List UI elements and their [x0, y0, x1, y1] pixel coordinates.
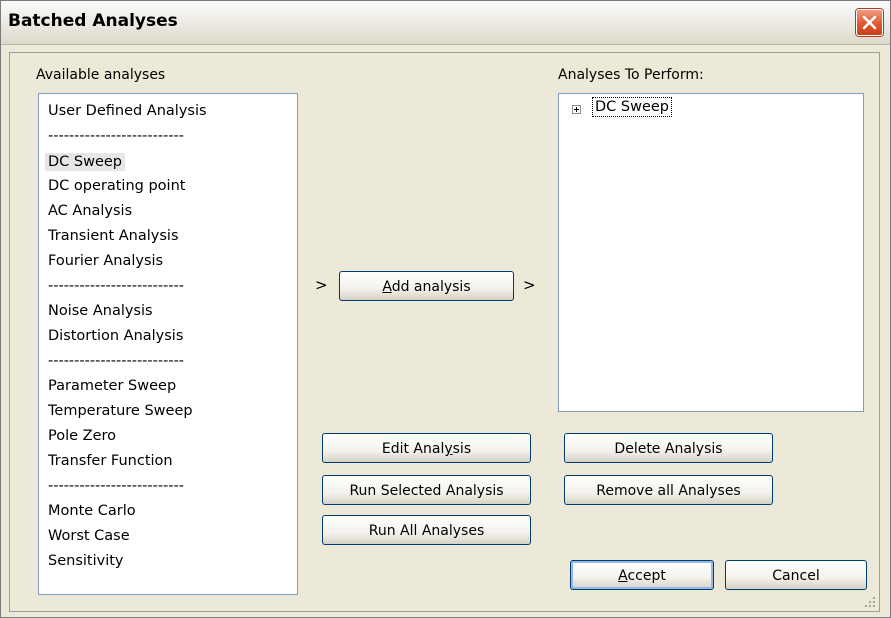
accept-label: ccept	[627, 568, 666, 584]
tree-expand-icon[interactable]	[572, 105, 581, 114]
list-item[interactable]: AC Analysis	[48, 203, 132, 219]
available-analyses-label: Available analyses	[36, 67, 166, 83]
list-item[interactable]: Temperature Sweep	[48, 403, 193, 419]
analyses-to-perform-tree[interactable]: DC Sweep	[558, 93, 864, 412]
list-item[interactable]: User Defined Analysis	[48, 103, 207, 119]
edit-analysis-accel: y	[444, 441, 453, 457]
tree-node-dc-sweep[interactable]: DC Sweep	[592, 97, 673, 117]
add-analysis-button[interactable]: Add analysis	[339, 271, 514, 301]
list-item[interactable]: DC Sweep	[45, 153, 126, 171]
run-selected-analysis-button[interactable]: Run Selected Analysis	[322, 475, 531, 505]
edit-analysis-label-pre: Edit Anal	[381, 441, 445, 457]
accept-button[interactable]: Accept	[570, 560, 714, 590]
title-bar[interactable]: Batched Analyses	[1, 1, 890, 45]
resize-grip-icon[interactable]	[864, 596, 876, 608]
window-title: Batched Analyses	[8, 11, 178, 31]
list-item[interactable]: Monte Carlo	[48, 503, 136, 519]
list-item[interactable]: Worst Case	[48, 528, 130, 544]
list-separator: --------------------------	[48, 128, 185, 144]
list-item[interactable]: DC operating point	[48, 178, 185, 194]
add-arrow-right: >	[523, 276, 536, 294]
remove-all-analyses-button[interactable]: Remove all Analyses	[564, 475, 773, 505]
list-separator: --------------------------	[48, 278, 185, 294]
add-analysis-accel: A	[382, 279, 392, 295]
list-item[interactable]: Transfer Function	[48, 453, 173, 469]
list-separator: --------------------------	[48, 478, 185, 494]
cancel-button[interactable]: Cancel	[725, 560, 867, 590]
list-item[interactable]: Transient Analysis	[48, 228, 179, 244]
close-button[interactable]	[856, 9, 883, 36]
edit-analysis-button[interactable]: Edit Analysis	[322, 433, 531, 463]
available-analyses-list[interactable]: User Defined Analysis -------------------…	[38, 93, 298, 595]
add-analysis-label: dd analysis	[391, 279, 471, 295]
run-all-analyses-button[interactable]: Run All Analyses	[322, 515, 531, 545]
add-arrow-left: >	[315, 276, 328, 294]
list-item[interactable]: Pole Zero	[48, 428, 116, 444]
dialog-content: Available analyses User Defined Analysis…	[9, 52, 880, 612]
list-item[interactable]: Sensitivity	[48, 553, 124, 569]
list-item[interactable]: Fourier Analysis	[48, 253, 163, 269]
batched-analyses-dialog: Batched Analyses Available analyses User…	[0, 0, 891, 618]
delete-analysis-button[interactable]: Delete Analysis	[564, 433, 773, 463]
analyses-to-perform-label: Analyses To Perform:	[558, 67, 704, 83]
list-item[interactable]: Distortion Analysis	[48, 328, 183, 344]
list-separator: --------------------------	[48, 353, 185, 369]
list-item[interactable]: Parameter Sweep	[48, 378, 176, 394]
close-icon	[862, 15, 877, 30]
list-item[interactable]: Noise Analysis	[48, 303, 153, 319]
edit-analysis-label-post: sis	[452, 441, 472, 457]
